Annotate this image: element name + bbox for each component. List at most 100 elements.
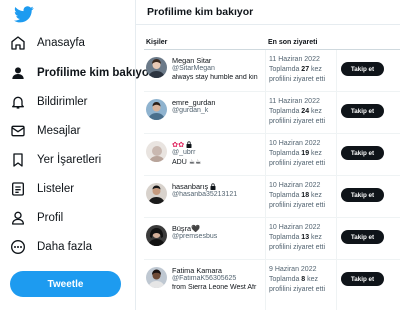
visit-text: profilini ziyaret etti [269,244,326,251]
avatar[interactable] [146,183,167,204]
lock-icon [210,183,216,190]
visit-text: profilini ziyaret etti [269,160,326,167]
visit-info: 9 Haziran 2022 Toplamda 8 kez profilini … [269,265,325,295]
column-divider [336,92,337,134]
twitter-bird-icon[interactable] [14,6,34,23]
column-divider [336,50,337,92]
visit-count-line: Toplamda 19 kez [269,149,325,159]
column-header-last-visit: En son ziyareti [268,39,318,46]
visit-date: 10 Haziran 2022 [269,182,321,189]
table-row: Büşra🖤 @premsesbus 10 Haziran 2022 Topla… [136,218,400,260]
avatar[interactable] [146,225,167,246]
column-divider [265,134,266,176]
more-icon [10,239,26,255]
column-divider [265,50,266,92]
user-name[interactable]: hasanbarış [172,182,264,191]
table-row: Megan Sitar @SitarMegan always stay humb… [136,50,400,92]
visit-count: 24 [301,108,310,115]
user-handle[interactable]: @gurdan_k [172,107,264,114]
user-handle[interactable]: @premsesbus [172,233,264,240]
visit-count-prefix: Toplamda [269,234,302,241]
nav-item-notifications[interactable]: Bildirimler [10,88,87,116]
nav-label: Yer İşaretleri [37,154,102,166]
avatar[interactable] [146,267,167,288]
visit-count-prefix: Toplamda [269,150,302,157]
visit-count-prefix: Toplamda [269,108,302,115]
visit-count: 19 [301,150,310,157]
visit-count-line: Toplamda 27 kez [269,65,325,75]
user-name[interactable]: ✿✿ [172,140,264,149]
visit-count-line: Toplamda 8 kez [269,275,325,285]
bell-icon [10,94,26,110]
bookmark-icon [10,152,26,168]
visit-text: profilini ziyaret etti [269,118,326,125]
visit-count-suffix: kez [305,276,319,283]
visit-info: 10 Haziran 2022 Toplamda 13 kez profilin… [269,223,325,253]
follow-button[interactable]: Takip et [341,188,384,202]
column-header-people: Kişiler [146,39,168,46]
column-divider [265,260,266,310]
visit-date: 10 Haziran 2022 [269,224,321,231]
avatar[interactable] [146,99,167,120]
user-name-text: hasanbarış [172,182,209,191]
column-divider [265,218,266,260]
page-title: Profilime kim bakıyor [147,6,254,18]
nav-item-messages[interactable]: Mesajlar [10,117,80,145]
visit-date: 11 Haziran 2022 [269,56,320,63]
follow-button[interactable]: Takip et [341,62,384,76]
user-handle[interactable]: @SitarMegan [172,65,264,72]
nav-label: Profil [37,212,64,224]
nav-item-profile[interactable]: Profil [10,204,63,232]
visit-date: 10 Haziran 2022 [269,140,321,147]
user-handle[interactable]: @FatimaK56305625 [172,275,264,282]
visit-info: 11 Haziran 2022 Toplamda 24 kez profilin… [269,97,325,127]
visit-count-line: Toplamda 18 kez [269,191,325,201]
nav-label: Bildirimler [37,96,88,108]
lock-icon [186,141,192,148]
avatar[interactable] [146,57,167,78]
user-handle[interactable]: @hasanba35213121 [172,191,264,198]
visit-info: 10 Haziran 2022 Toplamda 18 kez profilin… [269,181,325,211]
nav-label: Anasayfa [37,37,85,49]
column-divider [265,176,266,218]
user-name[interactable]: Megan Sitar [172,56,264,65]
table-row: emre_gurdan @gurdan_k 11 Haziran 2022 To… [136,92,400,134]
nav-item-lists[interactable]: Listeler [10,175,74,203]
avatar[interactable] [146,141,167,162]
follow-button[interactable]: Takip et [341,230,384,244]
nav-item-home[interactable]: Anasayfa [10,29,85,57]
nav-item-more[interactable]: Daha fazla [10,233,92,261]
follow-button[interactable]: Takip et [341,272,384,286]
user-name[interactable]: Fatima Kamara [172,266,264,275]
visit-count-suffix: kez [309,192,322,199]
nav-label: Mesajlar [37,125,81,137]
nav-label: Daha fazla [37,241,92,253]
user-name[interactable]: Büşra🖤 [172,224,264,233]
person-icon [10,65,26,81]
visit-count-suffix: kez [309,234,322,241]
user-bio: ADÜ ☕☕ [172,159,202,166]
follow-button[interactable]: Takip et [341,146,384,160]
follow-button[interactable]: Takip et [341,104,384,118]
user-handle[interactable]: @_ubrr [172,149,264,156]
user-name[interactable]: emre_gurdan [172,98,264,107]
visit-date: 11 Haziran 2022 [269,98,320,105]
header-divider [136,24,400,25]
user-name-text: ✿✿ [172,140,185,149]
column-divider [265,92,266,134]
visit-text: profilini ziyaret etti [269,76,326,83]
visit-date: 9 Haziran 2022 [269,266,317,273]
visit-info: 10 Haziran 2022 Toplamda 19 kez profilin… [269,139,325,169]
table-row: hasanbarış @hasanba35213121 10 Haziran 2… [136,176,400,218]
mail-icon [10,123,26,139]
column-divider [336,260,337,310]
tweet-button[interactable]: Tweetle [10,271,121,297]
visit-count: 18 [301,192,310,199]
visit-info: 11 Haziran 2022 Toplamda 27 kez profilin… [269,55,325,85]
visit-count-suffix: kez [309,108,322,115]
nav-item-bookmarks[interactable]: Yer İşaretleri [10,146,101,174]
visit-count-line: Toplamda 24 kez [269,107,325,117]
list-icon [10,181,26,197]
visit-count: 27 [301,66,310,73]
nav-item-profile-viewers[interactable]: Profilime kim bakıyor [10,59,153,87]
